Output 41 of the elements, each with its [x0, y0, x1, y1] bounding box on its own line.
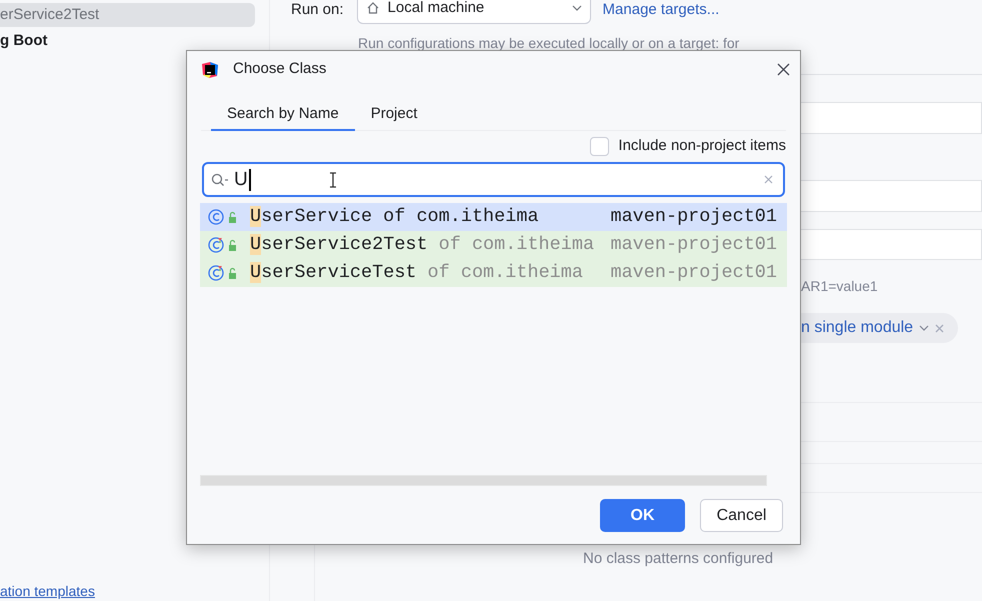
package-name: of com.itheima	[383, 205, 539, 230]
run-on-label: Run on:	[291, 0, 344, 20]
sidebar-item[interactable]: g Boot	[0, 29, 255, 53]
home-icon	[366, 1, 380, 15]
target-dropdown[interactable]: Local machine	[356, 0, 591, 24]
class-name[interactable]: UserService	[250, 203, 372, 231]
class-name[interactable]: UserService2Test	[250, 231, 428, 259]
clear-icon[interactable]	[764, 175, 773, 184]
test-class-icon	[208, 265, 238, 281]
hint-text: Run configurations may be executed locally or on a target: for	[358, 36, 740, 50]
sidebar-item[interactable]: erService2Test	[0, 3, 255, 27]
checkbox-label: Include non-project items	[618, 136, 786, 156]
test-class-icon	[208, 237, 238, 253]
env-text: AR1=value1	[801, 278, 878, 294]
horizontal-scrollbar[interactable]	[200, 475, 767, 486]
result-row[interactable]: UserService of com.itheima maven-project01	[200, 203, 787, 231]
manage-targets-link[interactable]: Manage targets...	[602, 0, 720, 22]
search-field[interactable]: U	[202, 162, 785, 197]
cancel-button[interactable]: Cancel	[700, 499, 783, 532]
package-name: of com.itheima	[438, 233, 594, 258]
text-cursor-icon	[328, 172, 337, 188]
empty-message: No class patterns configured	[583, 551, 774, 567]
result-row[interactable]: UserService2Test of com.itheima maven-project01	[200, 231, 787, 259]
module-name: maven-project01	[610, 233, 778, 258]
checkbox[interactable]	[590, 136, 610, 156]
module-name: maven-project01	[610, 261, 778, 286]
module-name: maven-project01	[610, 205, 778, 230]
result-row[interactable]: UserServiceTest of com.itheima maven-project01	[200, 259, 787, 287]
package-name: of com.itheima	[428, 261, 583, 286]
chevron-down-icon	[572, 5, 582, 11]
ok-button[interactable]: OK	[600, 499, 685, 532]
class-icon	[208, 209, 238, 225]
class-name[interactable]: UserServiceTest	[250, 259, 417, 287]
templates-link[interactable]: ation templates	[0, 583, 95, 599]
dialog-title: Choose Class	[233, 59, 328, 80]
tab[interactable]: Project	[354, 100, 434, 131]
search-icon	[211, 172, 231, 186]
chevron-down-icon	[919, 325, 930, 331]
app-icon	[201, 60, 219, 78]
tab[interactable]: Search by Name	[211, 100, 355, 131]
close-icon[interactable]	[777, 63, 790, 76]
